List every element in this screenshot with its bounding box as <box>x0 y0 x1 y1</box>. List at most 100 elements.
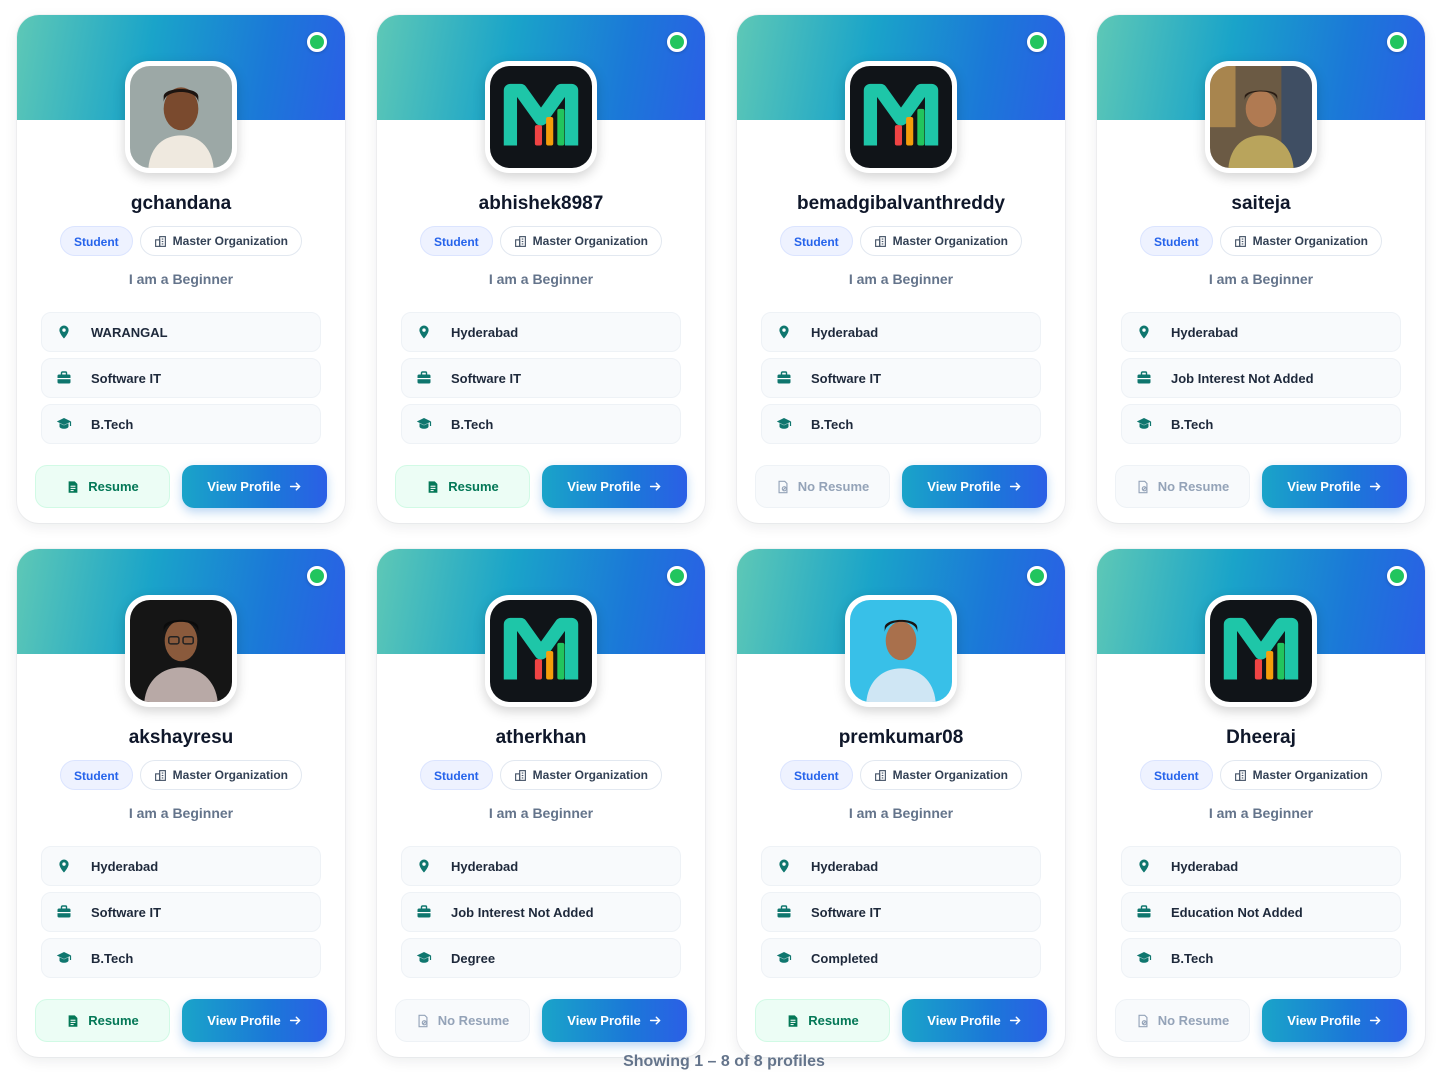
location-text: Hyderabad <box>811 858 879 874</box>
no-resume-file-icon <box>1138 480 1148 493</box>
organization-badge: Master Organization <box>499 760 663 790</box>
education-row: B.Tech <box>41 404 321 444</box>
profiles-grid: gchandana Student Master Organization I … <box>17 15 1425 1057</box>
job-interest-row: Job Interest Not Added <box>401 892 681 932</box>
view-profile-button[interactable]: View Profile <box>1262 465 1407 508</box>
arrow-right-icon <box>649 1016 661 1025</box>
location-text: Hyderabad <box>1171 324 1239 340</box>
badges-row: Student Master Organization <box>377 760 705 790</box>
user-photo <box>130 600 232 702</box>
building-icon <box>1234 235 1246 247</box>
job-interest-text: Job Interest Not Added <box>1171 370 1314 386</box>
avatar[interactable] <box>125 595 237 707</box>
experience-level: I am a Beginner <box>128 271 234 287</box>
badges-row: Student Master Organization <box>737 760 1065 790</box>
resume-button[interactable]: Resume <box>35 999 170 1042</box>
avatar[interactable] <box>845 595 957 707</box>
resume-button[interactable]: Resume <box>755 999 890 1042</box>
view-profile-button[interactable]: View Profile <box>182 999 327 1042</box>
building-icon <box>874 235 886 247</box>
location-row: Hyderabad <box>761 846 1041 886</box>
avatar[interactable] <box>1205 61 1317 173</box>
resume-button[interactable]: Resume <box>35 465 170 508</box>
briefcase-icon <box>1137 905 1151 918</box>
education-row: B.Tech <box>1121 938 1401 978</box>
online-status-dot <box>667 566 687 586</box>
job-interest-row: Job Interest Not Added <box>1121 358 1401 398</box>
resume-label: No Resume <box>797 479 870 494</box>
avatar[interactable] <box>485 595 597 707</box>
location-pin-icon <box>419 325 429 339</box>
location-row: Hyderabad <box>401 846 681 886</box>
arrow-right-icon <box>1009 1016 1021 1025</box>
resume-label: Resume <box>88 1013 139 1028</box>
job-interest-row: Software IT <box>761 358 1041 398</box>
info-list: Hyderabad Software IT B.Tech <box>401 312 681 444</box>
card-actions: Resume View Profile <box>755 999 1047 1042</box>
resume-button[interactable]: No Resume <box>395 999 530 1042</box>
location-pin-icon <box>59 325 69 339</box>
view-profile-button[interactable]: View Profile <box>902 999 1047 1042</box>
resume-label: Resume <box>808 1013 859 1028</box>
briefcase-icon <box>1137 371 1151 384</box>
organization-label: Master Organization <box>532 768 649 782</box>
avatar[interactable] <box>125 61 237 173</box>
job-interest-text: Education Not Added <box>1171 904 1303 920</box>
card-actions: Resume View Profile <box>35 999 327 1042</box>
card-actions: No Resume View Profile <box>755 465 1047 508</box>
info-list: Hyderabad Job Interest Not Added B.Tech <box>1121 312 1401 444</box>
graduation-cap-icon <box>416 952 432 963</box>
building-icon <box>154 769 166 781</box>
card-actions: No Resume View Profile <box>1115 999 1407 1042</box>
organization-label: Master Organization <box>1252 768 1369 782</box>
resume-label: No Resume <box>1157 1013 1230 1028</box>
resume-button[interactable]: No Resume <box>755 465 890 508</box>
resume-file-icon <box>428 480 438 493</box>
avatar[interactable] <box>1205 595 1317 707</box>
education-text: B.Tech <box>811 416 854 432</box>
building-icon <box>1234 769 1246 781</box>
profile-name: bemadgibalvanthreddy <box>797 193 1005 214</box>
location-pin-icon <box>419 859 429 873</box>
avatar[interactable] <box>845 61 957 173</box>
view-profile-button[interactable]: View Profile <box>542 465 687 508</box>
graduation-cap-icon <box>776 952 792 963</box>
view-profile-button[interactable]: View Profile <box>182 465 327 508</box>
view-profile-label: View Profile <box>207 1013 281 1028</box>
view-profile-label: View Profile <box>927 479 1001 494</box>
online-status-dot <box>1387 32 1407 52</box>
briefcase-icon <box>777 905 791 918</box>
online-status-dot <box>307 566 327 586</box>
badges-row: Student Master Organization <box>1097 226 1425 256</box>
profile-card: abhishek8987 Student Master Organization… <box>377 15 705 523</box>
view-profile-button[interactable]: View Profile <box>1262 999 1407 1042</box>
online-status-dot <box>667 32 687 52</box>
view-profile-button[interactable]: View Profile <box>542 999 687 1042</box>
job-interest-text: Job Interest Not Added <box>451 904 594 920</box>
education-row: B.Tech <box>1121 404 1401 444</box>
profile-name: Dheeraj <box>1226 727 1296 748</box>
view-profile-label: View Profile <box>1287 1013 1361 1028</box>
job-interest-text: Software IT <box>91 904 162 920</box>
online-status-dot <box>1027 32 1047 52</box>
organization-label: Master Organization <box>172 234 289 248</box>
resume-button[interactable]: Resume <box>395 465 530 508</box>
badges-row: Student Master Organization <box>737 226 1065 256</box>
education-row: Completed <box>761 938 1041 978</box>
organization-label: Master Organization <box>172 768 289 782</box>
avatar[interactable] <box>485 61 597 173</box>
profile-card: akshayresu Student Master Organization I… <box>17 549 345 1057</box>
view-profile-button[interactable]: View Profile <box>902 465 1047 508</box>
location-text: Hyderabad <box>91 858 159 874</box>
experience-level: I am a Beginner <box>848 805 954 821</box>
location-pin-icon <box>779 859 789 873</box>
arrow-right-icon <box>1369 482 1381 491</box>
info-list: Hyderabad Software IT B.Tech <box>41 846 321 978</box>
badges-row: Student Master Organization <box>377 226 705 256</box>
education-text: B.Tech <box>91 416 134 432</box>
card-actions: No Resume View Profile <box>395 999 687 1042</box>
badges-row: Student Master Organization <box>17 226 345 256</box>
resume-button[interactable]: No Resume <box>1115 999 1250 1042</box>
job-interest-text: Software IT <box>811 904 882 920</box>
resume-button[interactable]: No Resume <box>1115 465 1250 508</box>
